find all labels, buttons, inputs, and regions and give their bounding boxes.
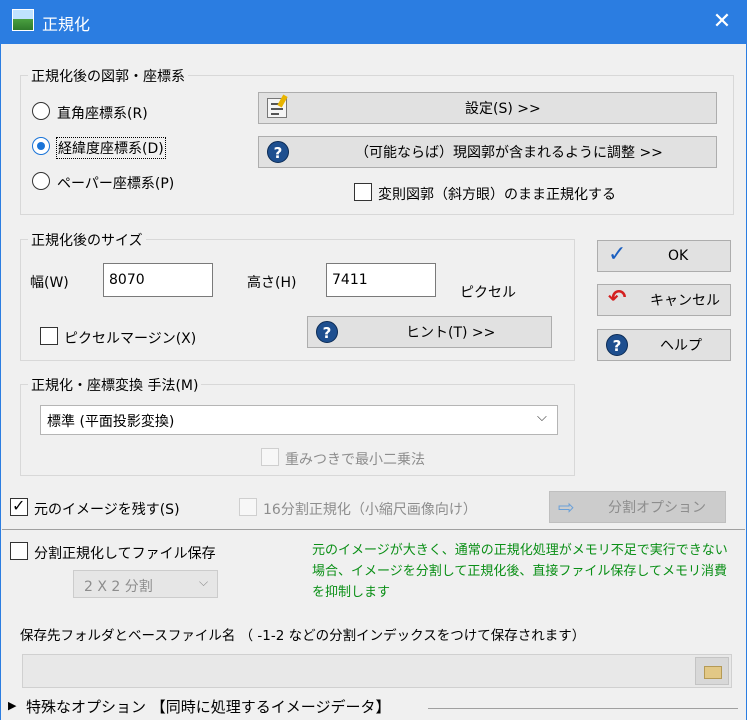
checkmark-icon: ✓: [12, 496, 26, 515]
weighted-checkbox[interactable]: [261, 448, 279, 466]
ok-button[interactable]: ✓ OK: [597, 240, 731, 272]
chevron-down-icon: ⌵: [537, 410, 547, 425]
app-icon: [12, 9, 34, 31]
radio-rect-coord[interactable]: [32, 102, 50, 120]
settings-button[interactable]: 設定(S) >>: [258, 92, 717, 124]
coord-group-legend: 正規化後の図郭・座標系: [28, 66, 188, 86]
cancel-button[interactable]: ↶ キャンセル: [597, 284, 731, 316]
save-folder-label: 保存先フォルダとベースファイル名 （ -1-2 などの分割インデックスをつけて保…: [20, 628, 586, 644]
split-select[interactable]: 2 X 2 分割 ⌵: [73, 570, 218, 598]
method-select[interactable]: 標準 (平面投影変換) ⌵: [40, 405, 558, 435]
window-frame-left: [0, 44, 1, 720]
save-path-input[interactable]: [22, 654, 732, 688]
height-input[interactable]: 7411: [326, 263, 436, 297]
chevron-down-icon: ⌵: [199, 575, 209, 589]
split-option-button[interactable]: ⇨ 分割オプション: [549, 491, 726, 523]
arrow-right-icon: ⇨: [558, 495, 575, 519]
ok-button-label: OK: [668, 248, 689, 264]
checkmark-icon: ✓: [608, 242, 627, 267]
margin-checkbox-label[interactable]: ピクセルマージン(X): [64, 328, 196, 348]
split16-label: 16分割正規化（小縮尺画像向け）: [263, 502, 477, 518]
radio-latlon-coord-label[interactable]: 経緯度座標系(D): [56, 137, 166, 159]
radio-rect-coord-label[interactable]: 直角座標系(R): [57, 103, 148, 123]
method-group-legend: 正規化・座標変換 手法(M): [28, 375, 202, 395]
keep-original-checkbox[interactable]: ✓: [10, 496, 28, 516]
close-icon[interactable]: ✕: [708, 8, 736, 36]
deform-checkbox-label[interactable]: 変則図郭（斜方眼）のまま正規化する: [378, 184, 616, 204]
deform-checkbox[interactable]: [354, 183, 372, 201]
keep-original-label[interactable]: 元のイメージを残す(S): [34, 499, 180, 519]
window-title: 正規化: [42, 15, 91, 34]
split16-checkbox[interactable]: [239, 498, 257, 516]
cancel-button-label: キャンセル: [650, 293, 720, 309]
radio-paper-coord-label[interactable]: ペーパー座標系(P): [57, 173, 174, 193]
height-label: 高さ(H): [247, 275, 297, 291]
pixel-unit-label: ピクセル: [460, 285, 516, 301]
adjust-button-label: （可能ならば）現図郭が含まれるように調整 >>: [355, 145, 663, 161]
help-button[interactable]: ? ヘルプ: [597, 329, 731, 361]
special-options-divider: [428, 708, 738, 709]
help-button-label: ヘルプ: [660, 338, 702, 354]
notice-text: 元のイメージが大きく、通常の正規化処理がメモリ不足で実行できない場合、イメージを…: [312, 543, 728, 600]
method-select-value: 標準 (平面投影変換): [47, 414, 175, 430]
weighted-checkbox-label: 重みつきで最小二乗法: [285, 452, 425, 468]
expand-triangle-icon[interactable]: ▶: [8, 699, 16, 712]
settings-button-label: 設定(S) >>: [465, 101, 541, 117]
separator: [2, 529, 745, 530]
margin-checkbox[interactable]: [40, 327, 58, 345]
hint-button-label: ヒント(T) >>: [406, 325, 496, 341]
radio-latlon-coord[interactable]: [32, 137, 50, 155]
special-options-label[interactable]: 特殊なオプション 【同時に処理するイメージデータ】: [26, 696, 390, 717]
split-save-label[interactable]: 分割正規化してファイル保存: [34, 543, 216, 563]
hint-button[interactable]: ? ヒント(T) >>: [307, 316, 552, 348]
title-bar: 正規化 ✕: [0, 0, 747, 44]
split-select-value: 2 X 2 分割: [84, 579, 153, 595]
width-label: 幅(W): [30, 275, 69, 291]
help-icon: ?: [606, 334, 628, 356]
split-save-checkbox[interactable]: [10, 542, 28, 560]
radio-paper-coord[interactable]: [32, 172, 50, 190]
help-icon: ?: [316, 321, 338, 343]
help-icon: ?: [267, 141, 289, 163]
size-group-legend: 正規化後のサイズ: [28, 230, 146, 250]
folder-icon[interactable]: [695, 657, 729, 685]
adjust-button[interactable]: ? （可能ならば）現図郭が含まれるように調整 >>: [258, 136, 717, 168]
undo-arrow-icon: ↶: [608, 286, 627, 311]
split-option-button-label: 分割オプション: [608, 500, 706, 516]
settings-icon: [267, 94, 288, 118]
width-input[interactable]: 8070: [103, 263, 213, 297]
